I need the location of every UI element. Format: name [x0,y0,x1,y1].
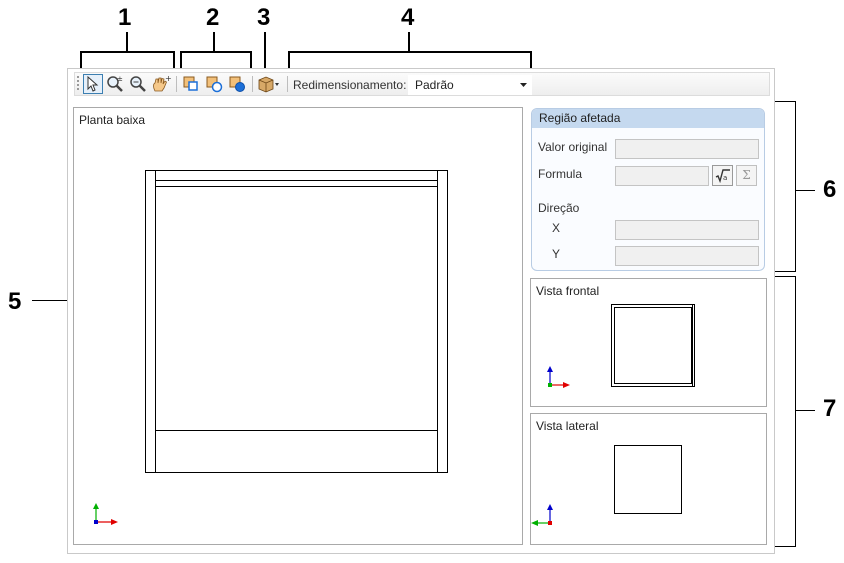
front-axis-icon [547,366,570,388]
view-1-button[interactable] [181,74,201,94]
front-drawing [611,304,695,387]
formula-editor-button[interactable]: a [712,165,733,186]
callout-4: 4 [401,4,415,31]
callout-3-stem [264,32,266,72]
side-drawing [614,445,682,514]
original-value-field[interactable] [615,139,759,159]
resize-select[interactable]: Padrão [408,75,532,95]
svg-text:a: a [723,174,727,182]
callout-7-bracket [795,276,796,547]
sqrt-icon: a [715,168,730,183]
chevron-down-icon [520,83,527,87]
callout-2: 2 [206,4,220,31]
callout-2-bracket [180,51,252,53]
toolbar-separator [287,76,288,92]
toolbar-grip[interactable] [77,76,79,92]
axis-icon [93,503,118,525]
svg-text:±: ± [117,75,123,83]
layer-view-1-icon [183,76,198,91]
callout-7: 7 [823,395,837,422]
formula-field[interactable] [615,166,709,186]
view-3-button[interactable] [227,74,247,94]
callout-6-bracket [795,101,796,272]
callout-6: 6 [823,176,837,203]
view-2-button[interactable] [204,74,224,94]
layer-view-3-icon [229,76,245,92]
front-view-title: Vista frontal [536,284,600,298]
zoom-fit-tool-button[interactable] [128,74,148,94]
callout-5: 5 [8,288,22,315]
cube-dropdown-icon [258,76,279,93]
3d-view-button[interactable] [256,74,282,94]
sum-button[interactable]: Σ [736,165,757,186]
callout-1: 1 [118,4,132,31]
callout-2-stem [213,32,215,52]
callout-3: 3 [257,4,271,31]
toolbar-separator [176,76,177,92]
toolbar-separator [252,76,253,92]
zoom-plus-minus-icon: ± [107,75,123,92]
pointer-icon [87,76,99,92]
layer-view-2-icon [206,76,223,93]
resize-select-value: Padrão [415,78,454,92]
plan-view-title: Planta baixa [79,113,146,127]
callout-1-stem [126,32,128,52]
x-field[interactable] [615,220,759,240]
side-view-title: Vista lateral [536,419,599,433]
callout-7-stem [795,410,815,411]
region-panel-title: Região afetada [539,111,621,125]
zoom-fit-icon [130,76,146,92]
y-field[interactable] [615,246,759,266]
callout-4-stem [408,32,410,52]
x-label: X [552,221,561,235]
plan-drawing [145,170,448,473]
original-value-label: Valor original [538,140,608,154]
pan-tool-button[interactable]: + [151,74,171,94]
callout-4-bracket [288,51,532,53]
resize-label: Redimensionamento: [293,78,407,92]
side-axis-icon [531,504,553,526]
direction-label: Direção [538,201,580,215]
zoom-tool-button[interactable]: ± [105,74,125,94]
callout-1-bracket [80,51,175,53]
hand-icon: + [153,75,171,92]
callout-6-stem [795,190,815,191]
select-tool-button[interactable] [83,74,103,94]
formula-label: Formula [538,167,583,181]
y-label: Y [552,247,561,261]
sigma-icon: Σ [742,168,751,182]
svg-text:+: + [165,75,171,83]
